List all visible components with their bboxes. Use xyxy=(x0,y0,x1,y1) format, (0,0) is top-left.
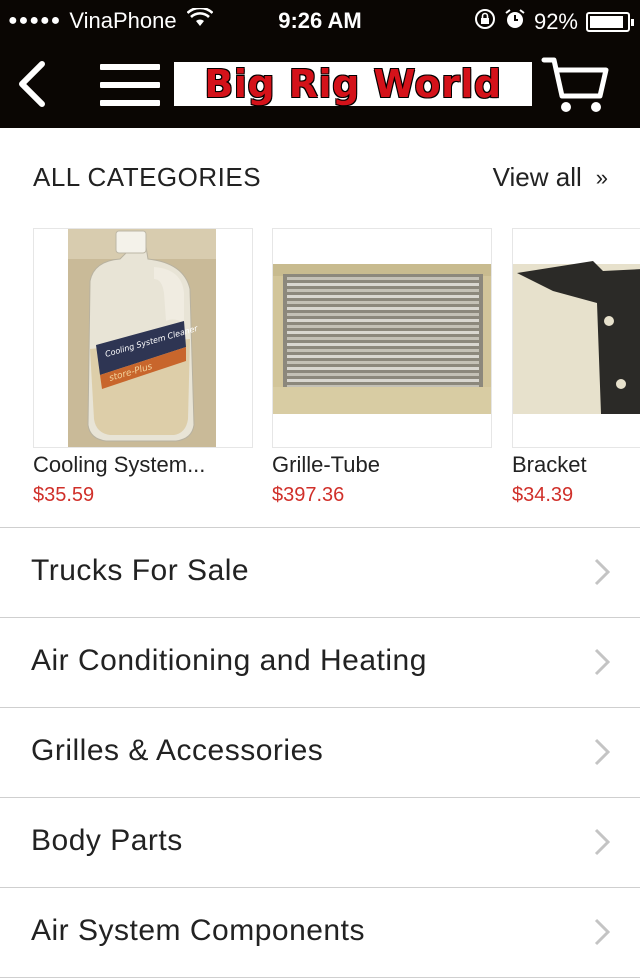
menu-button[interactable] xyxy=(100,64,160,108)
product-image: Cooling System Cleaner store-Plus xyxy=(33,228,253,448)
cart-button[interactable] xyxy=(540,54,612,116)
battery-icon xyxy=(586,12,634,32)
logo-text: Big Rig World xyxy=(204,62,502,106)
store-logo[interactable]: Big Rig World xyxy=(174,62,532,106)
chevron-right-icon xyxy=(594,738,610,766)
back-button[interactable] xyxy=(12,58,52,110)
category-label: Grilles & Accessories xyxy=(31,734,324,767)
category-list: Trucks For Sale Air Conditioning and Hea… xyxy=(0,527,640,978)
product-image xyxy=(512,228,640,448)
category-item-grilles[interactable]: Grilles & Accessories xyxy=(0,708,640,798)
category-label: Air Conditioning and Heating xyxy=(31,644,427,677)
product-image xyxy=(272,228,492,448)
category-label: Trucks For Sale xyxy=(31,554,250,587)
chevron-right-icon xyxy=(594,828,610,856)
category-item-trucks-for-sale[interactable]: Trucks For Sale xyxy=(0,528,640,618)
chevron-right-icon xyxy=(594,558,610,586)
battery-percent: 92% xyxy=(533,9,578,34)
product-card[interactable]: Grille-Tube $397.36 xyxy=(272,228,492,507)
rotation-lock-icon xyxy=(474,8,496,36)
product-card[interactable]: Cooling System Cleaner store-Plus Coolin… xyxy=(33,228,253,507)
product-price: $34.39 xyxy=(512,484,574,506)
category-item-air-conditioning[interactable]: Air Conditioning and Heating xyxy=(0,618,640,708)
double-chevron-right-icon: » xyxy=(595,164,608,190)
category-label: Air System Components xyxy=(31,914,365,947)
product-name: Grille-Tube xyxy=(272,452,380,477)
chevron-right-icon xyxy=(594,648,610,676)
product-carousel[interactable]: Cooling System Cleaner store-Plus Coolin… xyxy=(0,228,640,528)
product-price: $397.36 xyxy=(272,484,345,506)
category-label: Body Parts xyxy=(31,824,183,857)
shopping-cart-icon xyxy=(541,57,609,112)
product-price: $35.59 xyxy=(33,484,95,506)
hamburger-icon xyxy=(100,64,160,70)
nav-bar: Big Rig World xyxy=(0,40,640,128)
chevron-right-icon xyxy=(594,918,610,946)
categories-header: ALL CATEGORIES View all » xyxy=(0,128,640,228)
product-name: Cooling System... xyxy=(33,452,206,477)
product-card[interactable]: Bracket $34.39 xyxy=(512,228,640,507)
view-all-label: View all xyxy=(492,162,582,192)
category-item-body-parts[interactable]: Body Parts xyxy=(0,798,640,888)
view-all-link[interactable]: View all » xyxy=(493,162,608,193)
chevron-left-icon xyxy=(19,61,45,107)
category-item-air-system[interactable]: Air System Components xyxy=(0,888,640,978)
alarm-icon xyxy=(504,8,526,36)
product-name: Bracket xyxy=(512,452,587,477)
status-bar: ●●●●● VinaPhone 9:26 AM 92% xyxy=(0,0,640,40)
section-title: ALL CATEGORIES xyxy=(33,162,262,192)
